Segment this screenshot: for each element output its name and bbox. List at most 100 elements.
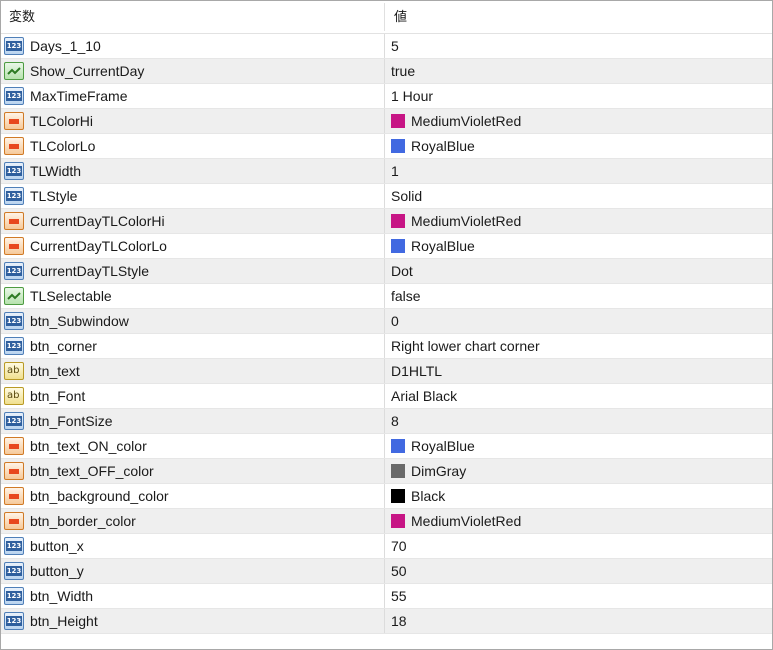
value-cell[interactable]: DimGray (385, 459, 772, 483)
variable-cell: btn_border_color (1, 509, 385, 533)
parameter-row[interactable]: 123 btn_Height 18 (1, 609, 772, 634)
parameter-row[interactable]: 123 TLWidth 1 (1, 159, 772, 184)
parameter-row[interactable]: btn_text_ON_color RoyalBlue (1, 434, 772, 459)
parameter-row[interactable]: 123 Days_1_10 5 (1, 34, 772, 59)
int-icon-label: 123 (6, 91, 22, 101)
header-variable[interactable]: 変数 (9, 1, 35, 33)
color-swatch (391, 139, 405, 153)
value-cell[interactable]: 50 (385, 559, 772, 583)
value-cell[interactable]: 8 (385, 409, 772, 433)
variable-cell: 123 btn_Width (1, 584, 385, 608)
value-text: 1 Hour (391, 88, 434, 104)
parameter-row[interactable]: 123 button_x 70 (1, 534, 772, 559)
row-divider (1, 633, 772, 634)
value-cell[interactable]: RoyalBlue (385, 234, 772, 258)
variable-cell: 123 btn_FontSize (1, 409, 385, 433)
value-cell[interactable]: RoyalBlue (385, 434, 772, 458)
variable-cell: CurrentDayTLColorLo (1, 234, 385, 258)
variable-cell: CurrentDayTLColorHi (1, 209, 385, 233)
parameter-row[interactable]: 123 btn_Subwindow 0 (1, 309, 772, 334)
parameter-row[interactable]: btn_text_OFF_color DimGray (1, 459, 772, 484)
variable-name: btn_text_ON_color (30, 438, 147, 454)
color-swatch (391, 439, 405, 453)
parameter-row[interactable]: TLSelectable false (1, 284, 772, 309)
value-cell[interactable]: MediumVioletRed (385, 209, 772, 233)
value-cell[interactable]: Dot (385, 259, 772, 283)
int-icon: 123 (4, 412, 24, 430)
value-cell[interactable]: 0 (385, 309, 772, 333)
int-icon-label: 123 (6, 41, 22, 51)
value-cell[interactable]: 70 (385, 534, 772, 558)
parameter-row[interactable]: 123 btn_Width 55 (1, 584, 772, 609)
variable-cell: TLSelectable (1, 284, 385, 308)
bool-icon (4, 287, 24, 305)
parameter-row[interactable]: TLColorHi MediumVioletRed (1, 109, 772, 134)
variable-cell: btn_background_color (1, 484, 385, 508)
variable-cell: 123 btn_corner (1, 334, 385, 358)
parameter-row[interactable]: btn_border_color MediumVioletRed (1, 509, 772, 534)
variable-name: btn_text_OFF_color (30, 463, 154, 479)
color-swatch (391, 489, 405, 503)
value-cell[interactable]: Arial Black (385, 384, 772, 408)
value-cell[interactable]: 18 (385, 609, 772, 633)
value-text: RoyalBlue (411, 438, 475, 454)
value-cell[interactable]: 1 Hour (385, 84, 772, 108)
parameter-row[interactable]: ab btn_Font Arial Black (1, 384, 772, 409)
header-divider[interactable] (384, 3, 385, 31)
variable-name: Days_1_10 (30, 38, 101, 54)
variable-name: TLColorHi (30, 113, 94, 129)
value-text: RoyalBlue (411, 138, 475, 154)
value-cell[interactable]: 5 (385, 34, 772, 58)
variable-name: btn_Subwindow (30, 313, 129, 329)
color-icon (4, 487, 24, 505)
parameter-row[interactable]: 123 btn_FontSize 8 (1, 409, 772, 434)
int-icon: 123 (4, 162, 24, 180)
variable-cell: 123 Days_1_10 (1, 34, 385, 58)
parameter-row[interactable]: btn_background_color Black (1, 484, 772, 509)
color-icon (4, 112, 24, 130)
value-cell[interactable]: RoyalBlue (385, 134, 772, 158)
value-cell[interactable]: true (385, 59, 772, 83)
int-icon-label: 123 (6, 266, 22, 276)
string-icon-label: ab (7, 365, 20, 376)
variable-name: btn_Width (30, 588, 94, 604)
variable-name: TLWidth (30, 163, 82, 179)
value-cell[interactable]: Black (385, 484, 772, 508)
variable-name: TLColorLo (30, 138, 96, 154)
parameter-row[interactable]: ab btn_text D1HLTL (1, 359, 772, 384)
int-icon: 123 (4, 37, 24, 55)
parameter-row[interactable]: 123 button_y 50 (1, 559, 772, 584)
value-text: 55 (391, 588, 407, 604)
int-icon-label: 123 (6, 316, 22, 326)
value-cell[interactable]: MediumVioletRed (385, 509, 772, 533)
value-text: 1 (391, 163, 399, 179)
parameter-row[interactable]: 123 MaxTimeFrame 1 Hour (1, 84, 772, 109)
parameter-row[interactable]: CurrentDayTLColorHi MediumVioletRed (1, 209, 772, 234)
parameter-row[interactable]: CurrentDayTLColorLo RoyalBlue (1, 234, 772, 259)
value-cell[interactable]: Right lower chart corner (385, 334, 772, 358)
value-text: false (391, 288, 421, 304)
value-text: MediumVioletRed (411, 513, 522, 529)
value-cell[interactable]: D1HLTL (385, 359, 772, 383)
header-value[interactable]: 値 (394, 1, 407, 33)
value-text: 8 (391, 413, 399, 429)
variable-cell: 123 btn_Height (1, 609, 385, 633)
variable-name: btn_FontSize (30, 413, 113, 429)
color-icon (4, 212, 24, 230)
value-cell[interactable]: MediumVioletRed (385, 109, 772, 133)
value-cell[interactable]: 1 (385, 159, 772, 183)
parameter-row[interactable]: 123 btn_corner Right lower chart corner (1, 334, 772, 359)
variable-cell: 123 TLStyle (1, 184, 385, 208)
string-icon-label: ab (7, 390, 20, 401)
parameter-row[interactable]: 123 CurrentDayTLStyle Dot (1, 259, 772, 284)
value-cell[interactable]: Solid (385, 184, 772, 208)
value-cell[interactable]: 55 (385, 584, 772, 608)
variable-cell: 123 btn_Subwindow (1, 309, 385, 333)
color-icon (4, 512, 24, 530)
value-cell[interactable]: false (385, 284, 772, 308)
parameter-row[interactable]: 123 TLStyle Solid (1, 184, 772, 209)
variable-cell: btn_text_OFF_color (1, 459, 385, 483)
parameter-row[interactable]: Show_CurrentDay true (1, 59, 772, 84)
int-icon-label: 123 (6, 191, 22, 201)
parameter-row[interactable]: TLColorLo RoyalBlue (1, 134, 772, 159)
